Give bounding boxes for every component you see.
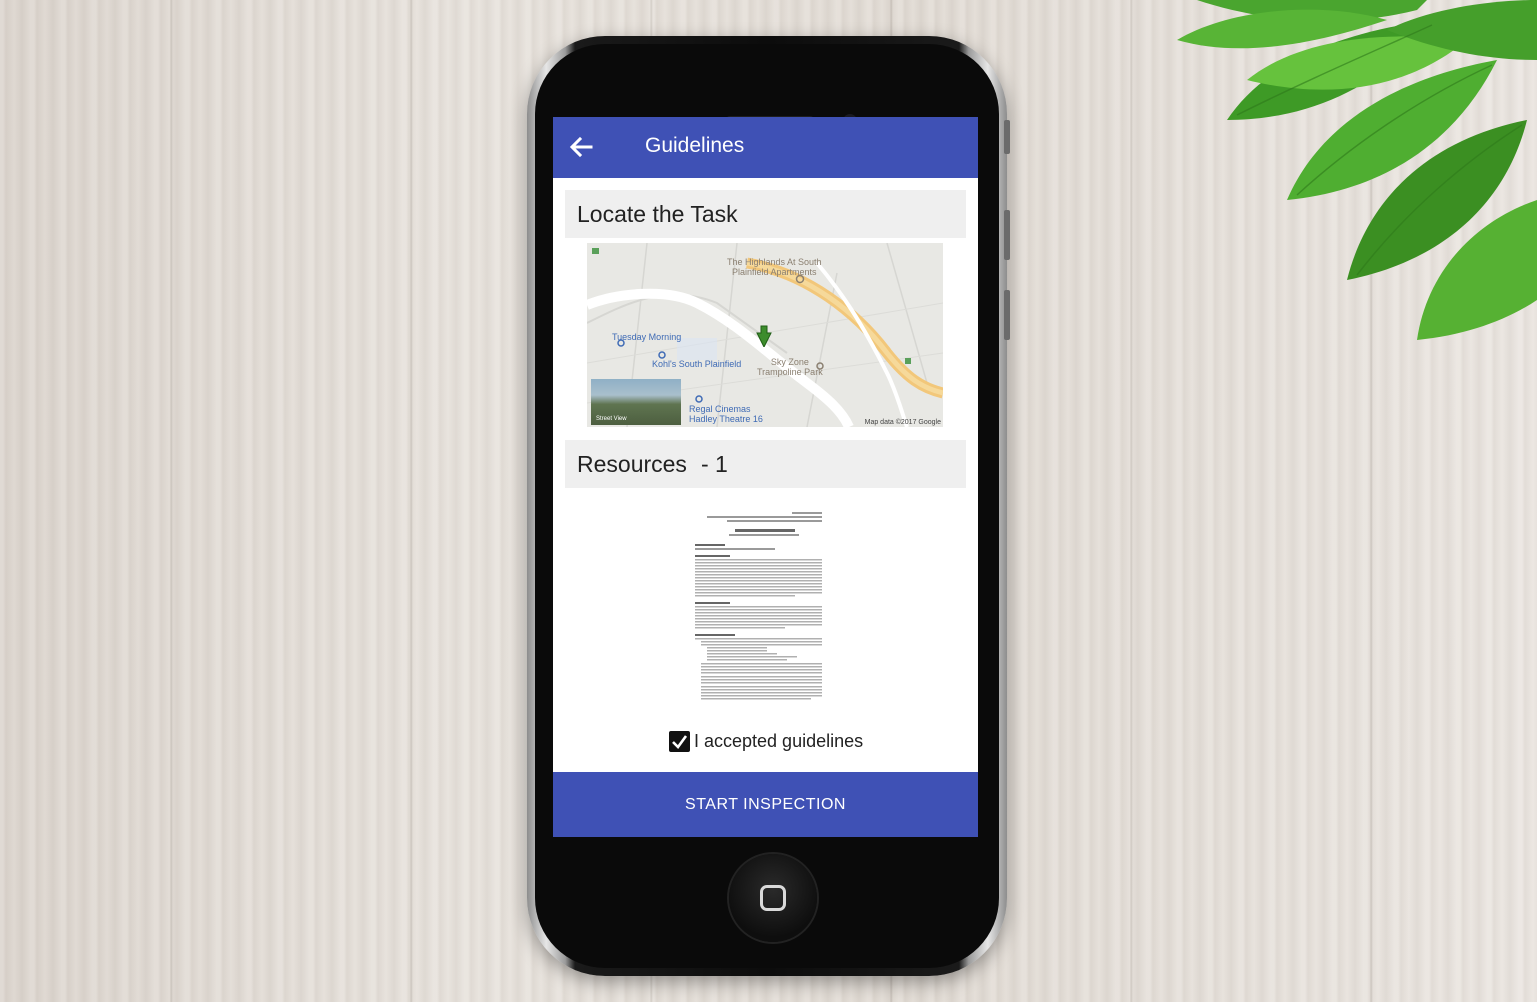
section-title: Resources: [577, 451, 687, 477]
accept-guidelines-row[interactable]: I accepted guidelines: [669, 729, 863, 753]
street-view-thumbnail[interactable]: Street View: [591, 379, 681, 425]
start-inspection-button[interactable]: START INSPECTION: [553, 772, 978, 837]
home-button[interactable]: [729, 854, 817, 942]
task-location-map[interactable]: The Highlands At South Plainfield Apartm…: [587, 243, 943, 427]
map-label-line: Trampoline Park: [757, 367, 823, 377]
street-view-label: Street View: [596, 416, 627, 422]
map-label: Tuesday Morning: [612, 332, 682, 342]
home-square-icon: [760, 885, 786, 911]
resources-heading: Resources - 1: [565, 440, 966, 488]
map-label: The Highlands At South Plainfield Apartm…: [727, 257, 822, 277]
map-label: Sky Zone Trampoline Park: [757, 357, 823, 377]
app-bar: Guidelines: [553, 117, 978, 178]
checkmark-icon: [672, 734, 688, 749]
map-label-line: Plainfield Apartments: [732, 267, 817, 277]
map-attribution: Map data ©2017 Google: [864, 419, 941, 426]
phone-volume-button: [1004, 290, 1010, 340]
phone-volume-button: [1004, 210, 1010, 260]
map-label-line: Regal Cinemas: [689, 404, 751, 414]
green-leaves-decoration: [1177, 0, 1537, 340]
locate-task-heading: Locate the Task: [565, 190, 966, 238]
start-inspection-label: START INSPECTION: [685, 795, 846, 813]
accept-guidelines-checkbox[interactable]: [669, 730, 690, 752]
phone-side-button: [1004, 120, 1010, 154]
map-label-line: The Highlands At South: [727, 257, 822, 267]
map-label: Kohl's South Plainfield: [652, 359, 742, 369]
page-title: Guidelines: [645, 134, 745, 157]
resources-count: - 1: [700, 451, 728, 477]
map-label-line: Hadley Theatre 16: [689, 414, 763, 424]
document-page-preview: [695, 512, 822, 700]
map-label-line: Sky Zone: [770, 357, 809, 367]
resource-document-thumbnail[interactable]: [687, 502, 837, 707]
section-title: Locate the Task: [577, 201, 738, 227]
accept-guidelines-label: I accepted guidelines: [694, 730, 864, 751]
app-screen: Guidelines Locate the Task The Highlands…: [553, 117, 978, 837]
map-pin-icon: [756, 325, 772, 347]
arrow-left-icon[interactable]: [567, 133, 595, 161]
map-label: Regal Cinemas Hadley Theatre 16: [689, 404, 763, 424]
